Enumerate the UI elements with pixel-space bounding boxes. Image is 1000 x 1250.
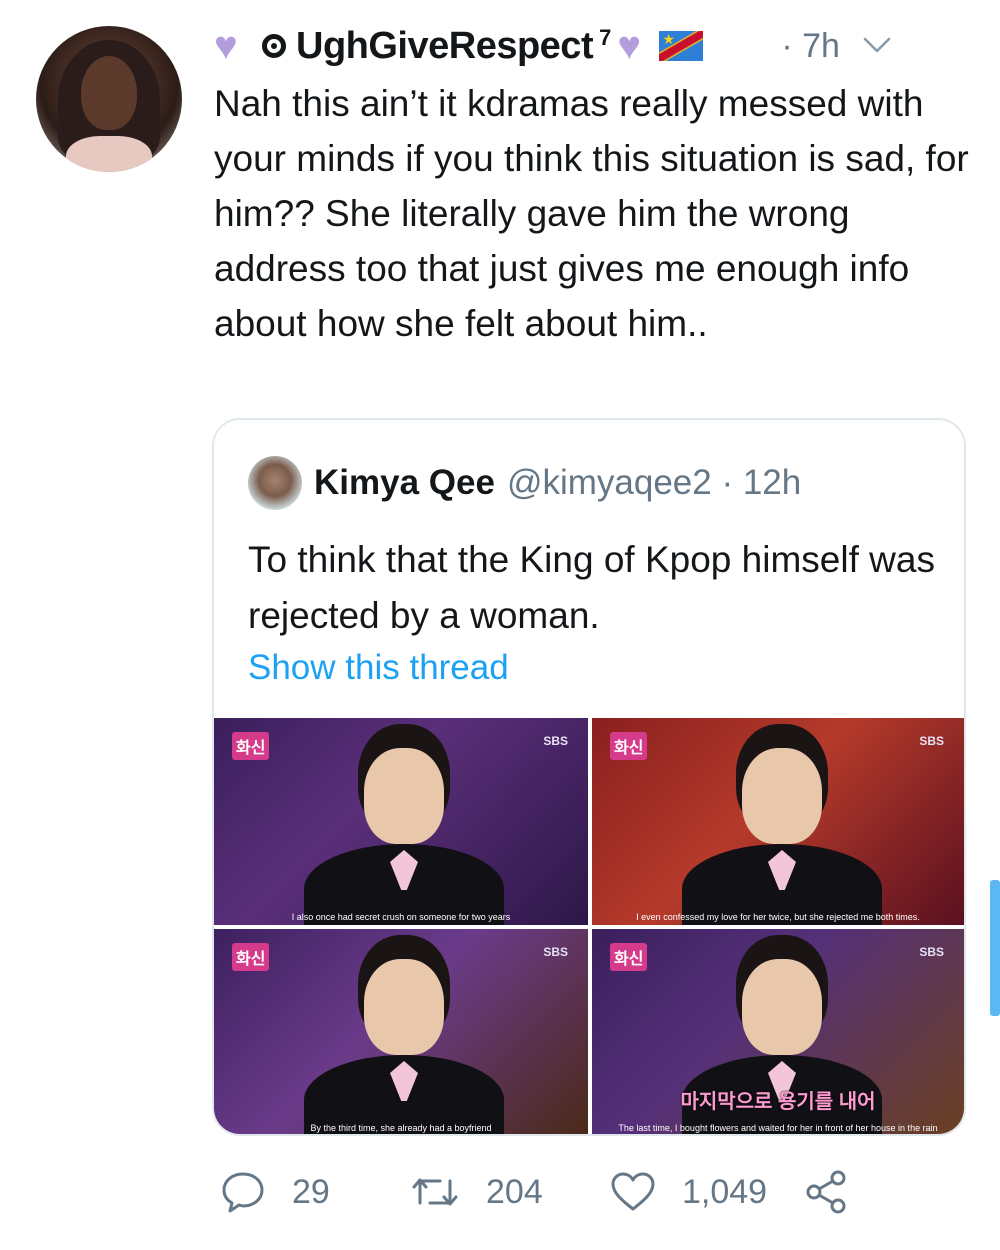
author-avatar[interactable] [36,26,182,172]
photo-grid: 화신 SBS I also once had secret crush on s… [214,718,964,1134]
network-logo: SBS [543,945,568,959]
person-head [364,959,444,1055]
scrollbar-thumb[interactable] [990,880,1000,1016]
tweet-header: ♥ UghGiveRespect 7 ♥ ★ · 7h [214,22,974,70]
person-head [364,748,444,844]
photo-3[interactable]: 화신 SBS By the third time, she already ha… [214,929,588,1134]
quoted-author-avatar[interactable] [248,456,302,510]
quoted-handle-and-time: @kimyaqee2 · 12h [506,463,802,502]
retweet-icon [410,1169,460,1215]
share-button[interactable] [804,1164,850,1220]
circle-dot-icon [262,34,286,58]
avatar-face [81,56,137,130]
like-count: 1,049 [682,1172,768,1211]
person-head [742,748,822,844]
share-icon [804,1169,850,1215]
show-logo: 화신 [610,732,648,760]
heart-icon [610,1169,656,1215]
quoted-tweet[interactable]: Kimya Qee @kimyaqee2 · 12h To think that… [212,418,966,1136]
network-logo: SBS [543,734,568,748]
purple-heart-icon: ♥ [214,24,238,68]
reply-icon [220,1169,266,1215]
author-display-name[interactable]: UghGiveRespect [296,25,594,68]
chevron-down-icon[interactable] [862,31,892,62]
quoted-tweet-header: Kimya Qee @kimyaqee2 · 12h [314,456,801,510]
avatar-shirt [66,136,152,172]
show-logo: 화신 [610,943,648,971]
network-logo: SBS [919,734,944,748]
person-head [742,959,822,1055]
dr-congo-flag-icon: ★ [659,31,704,61]
author-superscript: 7 [599,25,612,50]
subtitle: I even confessed my love for her twice, … [636,912,920,922]
network-logo: SBS [919,945,944,959]
subtitle: By the third time, she already had a boy… [310,1123,492,1133]
subtitle: I also once had secret crush on someone … [291,912,511,922]
photo-2[interactable]: 화신 SBS I even confessed my love for her … [592,718,964,925]
like-button[interactable]: 1,049 [610,1164,767,1220]
tweet-timestamp[interactable]: · 7h [781,27,840,66]
photo-4[interactable]: 화신 SBS 마지막으로 용기를 내어 The last time, I bou… [592,929,964,1134]
quoted-tweet-text: To think that the King of Kpop himself w… [248,539,935,636]
subtitle: The last time, I bought flowers and wait… [618,1123,938,1133]
korean-overlay-text: 마지막으로 용기를 내어 [680,1091,876,1113]
retweet-button[interactable]: 204 [410,1164,543,1220]
purple-heart-icon: ♥ [617,24,642,68]
retweet-count: 204 [486,1172,543,1211]
reply-button[interactable]: 29 [220,1164,330,1220]
show-thread-link[interactable]: Show this thread [248,648,509,688]
show-logo: 화신 [232,732,270,760]
show-logo: 화신 [232,943,270,971]
tweet-actions: 29 204 1,049 [214,1164,914,1220]
reply-count: 29 [292,1172,330,1211]
tweet: ♥ UghGiveRespect 7 ♥ ★ · 7h Nah this ain… [0,0,1000,1250]
quoted-display-name[interactable]: Kimya Qee [314,463,495,503]
photo-1[interactable]: 화신 SBS I also once had secret crush on s… [214,718,588,925]
tweet-text: Nah this ain’t it kdramas really messed … [214,83,969,344]
